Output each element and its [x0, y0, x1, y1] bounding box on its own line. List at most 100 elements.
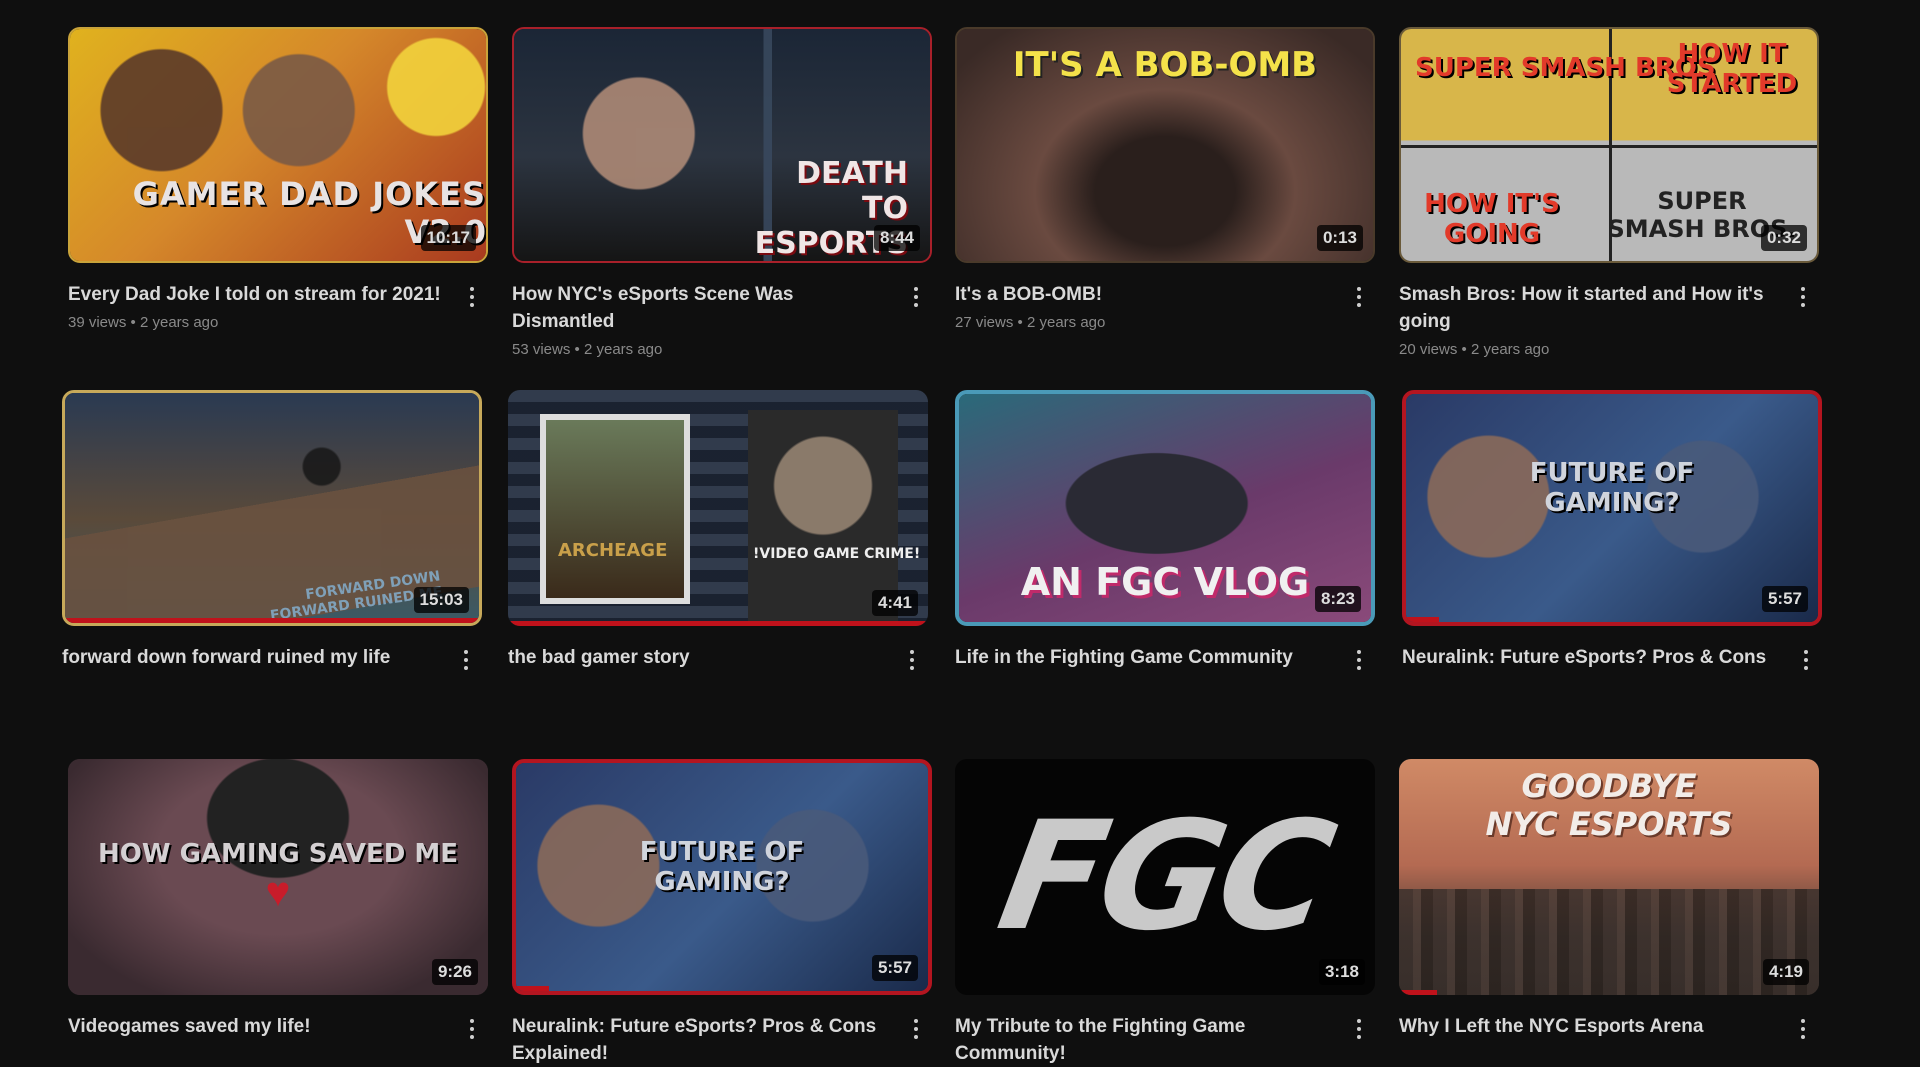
thumbnail-text: IT'S A BOB-OMB	[1012, 45, 1318, 85]
video-card[interactable]: FUTURE OF GAMING? 5:57 Neuralink: Future…	[1402, 390, 1822, 671]
watch-progress-bar	[516, 986, 549, 991]
video-card[interactable]: FGC 3:18 My Tribute to the Fighting Game…	[955, 759, 1375, 1067]
more-actions-icon[interactable]	[462, 1015, 482, 1043]
upload-age: 2 years ago	[139, 314, 219, 331]
upload-age: 2 years ago	[583, 341, 663, 358]
video-duration: 8:44	[873, 225, 920, 251]
video-thumbnail[interactable]: FUTURE OF GAMING? 5:57	[512, 759, 932, 995]
thumbnail-text: DEATH	[796, 156, 908, 191]
separator: •	[1461, 341, 1467, 358]
more-actions-icon[interactable]	[1349, 283, 1369, 311]
video-duration: 0:32	[1760, 225, 1807, 251]
video-title[interactable]: Neuralink: Future eSports? Pros & Cons	[1402, 644, 1778, 671]
separator: •	[1017, 314, 1023, 331]
more-actions-icon[interactable]	[1793, 283, 1813, 311]
video-card[interactable]: IT'S A BOB-OMB 0:13 It's a BOB-OMB! 27 v…	[955, 27, 1375, 331]
thumbnail-text: GOODBYE	[1521, 767, 1697, 805]
more-actions-icon[interactable]	[1349, 1015, 1369, 1043]
more-actions-icon[interactable]	[1349, 646, 1369, 674]
more-actions-icon[interactable]	[1796, 646, 1816, 674]
video-thumbnail[interactable]: AN FGC VLOG 8:23	[955, 390, 1375, 626]
video-grid-page: GAMER DAD JOKES V2.0 10:17 Every Dad Jok…	[0, 0, 1920, 1064]
thumbnail-text: AN FGC VLOG	[1020, 560, 1310, 604]
video-duration: 10:17	[420, 225, 476, 251]
video-card[interactable]: ARCHEAGE !VIDEO GAME CRIME! 4:41 the bad…	[508, 390, 928, 671]
view-count: 53 views	[512, 341, 571, 358]
video-duration: 8:23	[1314, 586, 1361, 612]
video-duration: 9:26	[431, 959, 478, 985]
video-card[interactable]: FUTURE OF GAMING? 5:57 Neuralink: Future…	[512, 759, 932, 1067]
video-title[interactable]: How NYC's eSports Scene Was Dismantled	[512, 281, 888, 335]
thumbnail-text: GAMER DAD JOKES	[132, 175, 486, 213]
video-meta: 39 views • 2 years ago	[68, 314, 444, 331]
video-title[interactable]: forward down forward ruined my life	[62, 644, 438, 671]
video-title[interactable]: It's a BOB-OMB!	[955, 281, 1331, 308]
video-duration: 3:18	[1318, 959, 1365, 985]
video-thumbnail[interactable]: FGC 3:18	[955, 759, 1375, 995]
more-actions-icon[interactable]	[906, 283, 926, 311]
video-card[interactable]: DEATH TO ESPORTS 8:44 How NYC's eSports …	[512, 27, 932, 358]
video-thumbnail[interactable]: FUTURE OF GAMING? 5:57	[1402, 390, 1822, 626]
video-duration: 5:57	[871, 955, 918, 981]
view-count: 27 views	[955, 314, 1014, 331]
video-duration: 5:57	[1761, 586, 1808, 612]
video-thumbnail[interactable]: GOODBYE NYC ESPORTS 4:19	[1399, 759, 1819, 995]
view-count: 39 views	[68, 314, 127, 331]
thumbnail-text: NYC ESPORTS	[1485, 805, 1733, 843]
video-thumbnail[interactable]: DEATH TO ESPORTS 8:44	[512, 27, 932, 263]
video-title[interactable]: Life in the Fighting Game Community	[955, 644, 1331, 671]
video-duration: 0:13	[1316, 225, 1363, 251]
watch-progress-bar	[508, 621, 928, 626]
video-title[interactable]: Why I Left the NYC Esports Arena	[1399, 1013, 1775, 1040]
video-thumbnail[interactable]: IT'S A BOB-OMB 0:13	[955, 27, 1375, 263]
video-duration: 4:41	[871, 590, 918, 616]
video-meta: 53 views • 2 years ago	[512, 341, 888, 358]
more-actions-icon[interactable]	[456, 646, 476, 674]
thumbnail-text: !VIDEO GAME CRIME!	[753, 546, 921, 562]
video-thumbnail[interactable]: GAMER DAD JOKES V2.0 10:17	[68, 27, 488, 263]
thumbnail-text: FGC	[987, 790, 1343, 964]
video-card[interactable]: SUPER SMASH BROS HOW IT STARTED HOW IT'S…	[1399, 27, 1819, 358]
video-card[interactable]: HOW GAMING SAVED ME ♥ 9:26 Videogames sa…	[68, 759, 488, 1040]
video-title[interactable]: Smash Bros: How it started and How it's …	[1399, 281, 1775, 335]
more-actions-icon[interactable]	[462, 283, 482, 311]
video-card[interactable]: FORWARD DOWN FORWARD RUINED ME 15:03 for…	[62, 390, 482, 671]
video-thumbnail[interactable]: SUPER SMASH BROS HOW IT STARTED HOW IT'S…	[1399, 27, 1819, 263]
video-title[interactable]: My Tribute to the Fighting Game Communit…	[955, 1013, 1331, 1067]
watch-progress-bar	[1406, 617, 1439, 622]
thumbnail-text: HOW IT STARTED	[1666, 39, 1798, 99]
video-meta: 20 views • 2 years ago	[1399, 341, 1775, 358]
thumbnail-text: TO	[862, 191, 908, 226]
heart-icon: ♥	[265, 868, 291, 915]
more-actions-icon[interactable]	[1793, 1015, 1813, 1043]
separator: •	[130, 314, 136, 331]
thumbnail-text: ARCHEAGE	[558, 540, 668, 561]
view-count: 20 views	[1399, 341, 1458, 358]
thumbnail-text: FUTURE OF	[1529, 458, 1695, 488]
video-card[interactable]: GAMER DAD JOKES V2.0 10:17 Every Dad Jok…	[68, 27, 488, 331]
thumbnail-text: HOW GAMING SAVED ME	[98, 839, 458, 869]
thumbnail-text: FUTURE OF	[639, 837, 805, 867]
upload-age: 2 years ago	[1026, 314, 1106, 331]
video-thumbnail[interactable]: FORWARD DOWN FORWARD RUINED ME 15:03	[62, 390, 482, 626]
thumbnail-text: HOW IT'S GOING	[1424, 189, 1560, 249]
video-title[interactable]: Every Dad Joke I told on stream for 2021…	[68, 281, 444, 308]
video-card[interactable]: GOODBYE NYC ESPORTS 4:19 Why I Left the …	[1399, 759, 1819, 1040]
thumbnail-text: GAMING?	[654, 867, 790, 897]
upload-age: 2 years ago	[1470, 341, 1550, 358]
video-duration: 4:19	[1762, 959, 1809, 985]
watch-progress-bar	[65, 618, 479, 623]
video-duration: 15:03	[413, 587, 469, 613]
video-title[interactable]: the bad gamer story	[508, 644, 884, 671]
video-card[interactable]: AN FGC VLOG 8:23 Life in the Fighting Ga…	[955, 390, 1375, 671]
video-title[interactable]: Videogames saved my life!	[68, 1013, 444, 1040]
video-title[interactable]: Neuralink: Future eSports? Pros & Cons E…	[512, 1013, 888, 1067]
more-actions-icon[interactable]	[902, 646, 922, 674]
separator: •	[574, 341, 580, 358]
video-meta: 27 views • 2 years ago	[955, 314, 1331, 331]
more-actions-icon[interactable]	[906, 1015, 926, 1043]
thumbnail-text: GAMING?	[1544, 488, 1680, 518]
watch-progress-bar	[1399, 990, 1437, 995]
video-thumbnail[interactable]: HOW GAMING SAVED ME ♥ 9:26	[68, 759, 488, 995]
video-thumbnail[interactable]: ARCHEAGE !VIDEO GAME CRIME! 4:41	[508, 390, 928, 626]
